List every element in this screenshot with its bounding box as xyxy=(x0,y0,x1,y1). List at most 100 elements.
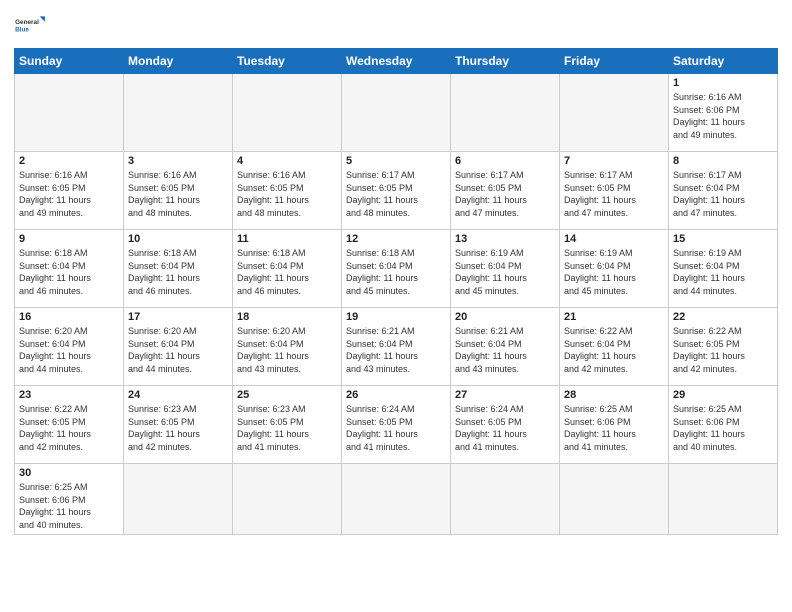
week-row-6: 30Sunrise: 6:25 AM Sunset: 6:06 PM Dayli… xyxy=(15,464,778,535)
week-row-3: 9 Sunrise: 6:18 AM Sunset: 6:04 PM Daylig… xyxy=(15,230,778,308)
day-info: Sunrise: 6:16 AM Sunset: 6:05 PM Dayligh… xyxy=(19,169,119,219)
calendar-cell xyxy=(15,74,124,152)
calendar-cell: 28 Sunrise: 6:25 AM Sunset: 6:06 PM Dayli… xyxy=(560,386,669,464)
day-number: 17 xyxy=(128,311,228,323)
calendar-cell: 10Sunrise: 6:18 AM Sunset: 6:04 PM Dayli… xyxy=(124,230,233,308)
day-number: 9 xyxy=(19,233,119,245)
day-number: 5 xyxy=(346,155,446,167)
day-number: 2 xyxy=(19,155,119,167)
svg-text:General: General xyxy=(15,19,39,26)
day-number: 1 xyxy=(673,77,773,89)
calendar-cell: 15 Sunrise: 6:19 AM Sunset: 6:04 PM Dayli… xyxy=(669,230,778,308)
day-info: Sunrise: 6:17 AM Sunset: 6:05 PM Dayligh… xyxy=(564,169,664,219)
day-number: 3 xyxy=(128,155,228,167)
calendar-cell xyxy=(342,74,451,152)
calendar-cell xyxy=(233,464,342,535)
day-info: Sunrise: 6:25 AM Sunset: 6:06 PM Dayligh… xyxy=(673,403,773,453)
day-number: 29 xyxy=(673,389,773,401)
day-info: Sunrise: 6:21 AM Sunset: 6:04 PM Dayligh… xyxy=(346,325,446,375)
day-info: Sunrise: 6:22 AM Sunset: 6:05 PM Dayligh… xyxy=(19,403,119,453)
day-info: Sunrise: 6:16 AM Sunset: 6:05 PM Dayligh… xyxy=(128,169,228,219)
calendar-cell: 12Sunrise: 6:18 AM Sunset: 6:04 PM Dayli… xyxy=(342,230,451,308)
calendar-cell xyxy=(124,74,233,152)
calendar-cell: 18 Sunrise: 6:20 AM Sunset: 6:04 PM Dayli… xyxy=(233,308,342,386)
weekday-header-sunday: Sunday xyxy=(15,49,124,74)
calendar-cell xyxy=(124,464,233,535)
calendar-cell: 3 Sunrise: 6:16 AM Sunset: 6:05 PM Daylig… xyxy=(124,152,233,230)
day-number: 13 xyxy=(455,233,555,245)
calendar-cell: 24 Sunrise: 6:23 AM Sunset: 6:05 PM Dayli… xyxy=(124,386,233,464)
weekday-header-tuesday: Tuesday xyxy=(233,49,342,74)
day-number: 7 xyxy=(564,155,664,167)
day-info: Sunrise: 6:19 AM Sunset: 6:04 PM Dayligh… xyxy=(673,247,773,297)
weekday-header-thursday: Thursday xyxy=(451,49,560,74)
weekday-header-friday: Friday xyxy=(560,49,669,74)
day-number: 12 xyxy=(346,233,446,245)
day-number: 23 xyxy=(19,389,119,401)
day-number: 6 xyxy=(455,155,555,167)
day-number: 28 xyxy=(564,389,664,401)
day-info: Sunrise: 6:25 AM Sunset: 6:06 PM Dayligh… xyxy=(564,403,664,453)
day-number: 18 xyxy=(237,311,337,323)
day-number: 11 xyxy=(237,233,337,245)
calendar-cell: 5 Sunrise: 6:17 AM Sunset: 6:05 PM Daylig… xyxy=(342,152,451,230)
calendar-cell: 26 Sunrise: 6:24 AM Sunset: 6:05 PM Dayli… xyxy=(342,386,451,464)
day-info: Sunrise: 6:17 AM Sunset: 6:05 PM Dayligh… xyxy=(346,169,446,219)
day-info: Sunrise: 6:20 AM Sunset: 6:04 PM Dayligh… xyxy=(128,325,228,375)
day-number: 21 xyxy=(564,311,664,323)
day-info: Sunrise: 6:23 AM Sunset: 6:05 PM Dayligh… xyxy=(128,403,228,453)
calendar-cell: 4 Sunrise: 6:16 AM Sunset: 6:05 PM Daylig… xyxy=(233,152,342,230)
calendar-cell: 13 Sunrise: 6:19 AM Sunset: 6:04 PM Dayli… xyxy=(451,230,560,308)
calendar-cell: 1Sunrise: 6:16 AM Sunset: 6:06 PM Daylig… xyxy=(669,74,778,152)
logo: General Blue xyxy=(14,10,46,42)
svg-text:Blue: Blue xyxy=(15,26,29,33)
day-info: Sunrise: 6:22 AM Sunset: 6:04 PM Dayligh… xyxy=(564,325,664,375)
calendar: SundayMondayTuesdayWednesdayThursdayFrid… xyxy=(14,48,778,535)
calendar-cell: 27 Sunrise: 6:24 AM Sunset: 6:05 PM Dayli… xyxy=(451,386,560,464)
day-number: 27 xyxy=(455,389,555,401)
calendar-cell: 9 Sunrise: 6:18 AM Sunset: 6:04 PM Daylig… xyxy=(15,230,124,308)
day-info: Sunrise: 6:24 AM Sunset: 6:05 PM Dayligh… xyxy=(455,403,555,453)
day-number: 24 xyxy=(128,389,228,401)
calendar-cell xyxy=(560,74,669,152)
day-info: Sunrise: 6:16 AM Sunset: 6:05 PM Dayligh… xyxy=(237,169,337,219)
day-number: 20 xyxy=(455,311,555,323)
calendar-cell: 19 Sunrise: 6:21 AM Sunset: 6:04 PM Dayli… xyxy=(342,308,451,386)
day-info: Sunrise: 6:22 AM Sunset: 6:05 PM Dayligh… xyxy=(673,325,773,375)
calendar-cell xyxy=(669,464,778,535)
weekday-header-wednesday: Wednesday xyxy=(342,49,451,74)
weekday-header-saturday: Saturday xyxy=(669,49,778,74)
week-row-1: 1Sunrise: 6:16 AM Sunset: 6:06 PM Daylig… xyxy=(15,74,778,152)
day-info: Sunrise: 6:24 AM Sunset: 6:05 PM Dayligh… xyxy=(346,403,446,453)
calendar-cell: 21 Sunrise: 6:22 AM Sunset: 6:04 PM Dayli… xyxy=(560,308,669,386)
day-info: Sunrise: 6:20 AM Sunset: 6:04 PM Dayligh… xyxy=(237,325,337,375)
header: General Blue xyxy=(14,10,778,42)
day-number: 15 xyxy=(673,233,773,245)
day-number: 19 xyxy=(346,311,446,323)
day-info: Sunrise: 6:18 AM Sunset: 6:04 PM Dayligh… xyxy=(128,247,228,297)
day-info: Sunrise: 6:18 AM Sunset: 6:04 PM Dayligh… xyxy=(19,247,119,297)
day-info: Sunrise: 6:17 AM Sunset: 6:05 PM Dayligh… xyxy=(455,169,555,219)
day-info: Sunrise: 6:21 AM Sunset: 6:04 PM Dayligh… xyxy=(455,325,555,375)
calendar-cell: 7 Sunrise: 6:17 AM Sunset: 6:05 PM Daylig… xyxy=(560,152,669,230)
day-number: 16 xyxy=(19,311,119,323)
day-info: Sunrise: 6:19 AM Sunset: 6:04 PM Dayligh… xyxy=(455,247,555,297)
calendar-cell: 29 Sunrise: 6:25 AM Sunset: 6:06 PM Dayli… xyxy=(669,386,778,464)
calendar-cell xyxy=(560,464,669,535)
calendar-cell xyxy=(233,74,342,152)
day-info: Sunrise: 6:19 AM Sunset: 6:04 PM Dayligh… xyxy=(564,247,664,297)
day-number: 22 xyxy=(673,311,773,323)
calendar-cell: 14 Sunrise: 6:19 AM Sunset: 6:04 PM Dayli… xyxy=(560,230,669,308)
day-number: 8 xyxy=(673,155,773,167)
week-row-4: 16 Sunrise: 6:20 AM Sunset: 6:04 PM Dayli… xyxy=(15,308,778,386)
calendar-cell xyxy=(451,464,560,535)
day-number: 14 xyxy=(564,233,664,245)
calendar-cell xyxy=(342,464,451,535)
week-row-5: 23 Sunrise: 6:22 AM Sunset: 6:05 PM Dayli… xyxy=(15,386,778,464)
calendar-cell: 11 Sunrise: 6:18 AM Sunset: 6:04 PM Dayli… xyxy=(233,230,342,308)
day-number: 26 xyxy=(346,389,446,401)
day-number: 30 xyxy=(19,467,119,479)
day-number: 4 xyxy=(237,155,337,167)
day-info: Sunrise: 6:18 AM Sunset: 6:04 PM Dayligh… xyxy=(237,247,337,297)
calendar-cell: 25Sunrise: 6:23 AM Sunset: 6:05 PM Dayli… xyxy=(233,386,342,464)
